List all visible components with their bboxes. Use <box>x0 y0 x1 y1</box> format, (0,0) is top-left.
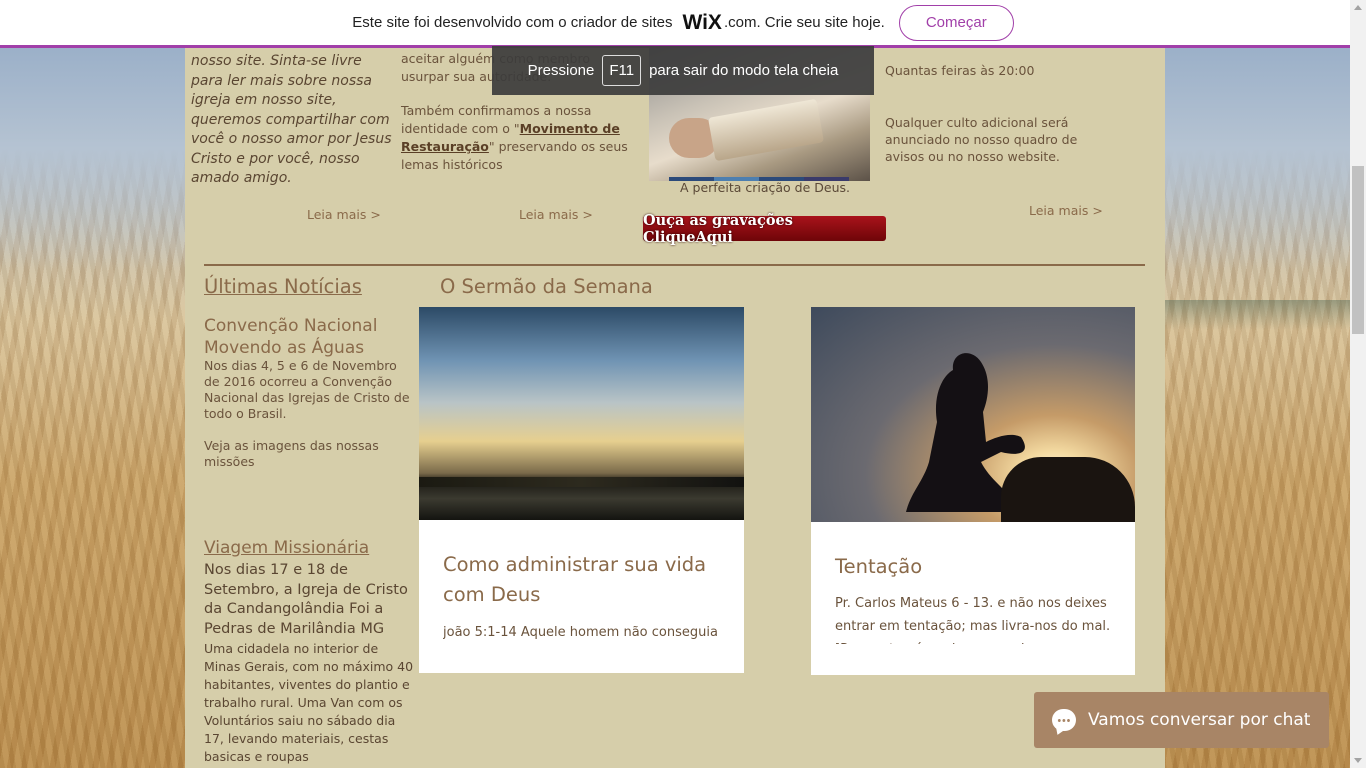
news-item-2-lead: Nos dias 17 e 18 de Setembro, a Igreja d… <box>204 562 408 637</box>
news-item-1-text: Nos dias 4, 5 e 6 de Novembro de 2016 oc… <box>204 358 410 421</box>
sermon-card-1-excerpt: joão 5:1-14 Aquele homem não conseguia <box>443 625 718 640</box>
chat-bubble-icon <box>1052 709 1076 731</box>
fullscreen-toast: Pressione F11 para sair do modo tela che… <box>492 46 874 95</box>
sunset-lake-image <box>419 307 744 520</box>
services-time: Quantas feiras às 20:00 <box>885 63 1035 78</box>
toast-suffix: para sair do modo tela cheia <box>649 62 839 79</box>
read-more-link-3[interactable]: Leia mais > <box>1029 203 1103 218</box>
news-item-1-text-2: Veja as imagens das nossas missões <box>204 438 379 469</box>
scrollbar-thumb[interactable] <box>1352 166 1364 334</box>
listen-recordings-button[interactable]: Ouça as gravações CliqueAqui <box>643 212 886 246</box>
news-item-2-body: Uma cidadela no interior de Minas Gerais… <box>204 641 414 764</box>
services-text: Quantas feiras às 20:00 Qualquer culto a… <box>885 62 1095 165</box>
services-note: Qualquer culto adicional será anunciado … <box>885 115 1078 164</box>
about-intro-text: nosso site. Sinta-se livre para ler mais… <box>191 53 392 186</box>
news-item-2-title[interactable]: Viagem Missionária <box>204 538 369 558</box>
open-bible-shape <box>708 98 824 162</box>
start-button[interactable]: Começar <box>898 4 1014 41</box>
toast-prefix: Pressione <box>527 62 595 79</box>
scroll-down-arrow-icon[interactable] <box>1354 758 1362 763</box>
news-item-1-title: Convenção Nacional Movendo as Águas <box>204 316 378 358</box>
sermon-card-1-title[interactable]: Como administrar sua vida com Deus <box>443 550 733 610</box>
identity-text-2: Também confirmamos a nossa identidade co… <box>401 102 631 174</box>
sermon-heading: O Sermão da Semana <box>440 275 653 298</box>
wix-promo-banner: Este site foi desenvolvido com o criador… <box>0 0 1366 48</box>
chat-label: Vamos conversar por chat <box>1088 710 1311 730</box>
sermon-card-2-title[interactable]: Tentação <box>835 552 1125 582</box>
f11-key: F11 <box>602 55 642 86</box>
scroll-up-arrow-icon[interactable] <box>1354 5 1362 10</box>
read-more-link-2[interactable]: Leia mais > <box>519 207 593 222</box>
latest-news-heading[interactable]: Últimas Notícias <box>204 275 362 298</box>
chat-button[interactable]: Vamos conversar por chat <box>1034 692 1329 748</box>
page-scrollbar[interactable] <box>1350 0 1366 768</box>
news-item-1-body: Nos dias 4, 5 e 6 de Novembro de 2016 oc… <box>204 358 414 470</box>
read-more-link-1[interactable]: Leia mais > <box>307 207 381 222</box>
rocks-shape <box>1001 457 1135 522</box>
sermon-card-1[interactable]: Como administrar sua vida com Deus joão … <box>419 307 744 673</box>
image-caption: A perfeita criação de Deus. <box>679 180 850 195</box>
sermon-card-2-excerpt: Pr. Carlos Mateus 6 - 13. e não nos deix… <box>835 596 1111 644</box>
wix-logo: WiX <box>682 10 722 34</box>
banner-text: Este site foi desenvolvido com o criador… <box>352 14 673 31</box>
banner-text-after: .com. Crie seu site hoje. <box>723 14 885 31</box>
praying-woman-image <box>811 307 1135 522</box>
section-divider <box>204 264 1145 266</box>
sermon-card-2[interactable]: Tentação Pr. Carlos Mateus 6 - 13. e não… <box>811 307 1135 675</box>
